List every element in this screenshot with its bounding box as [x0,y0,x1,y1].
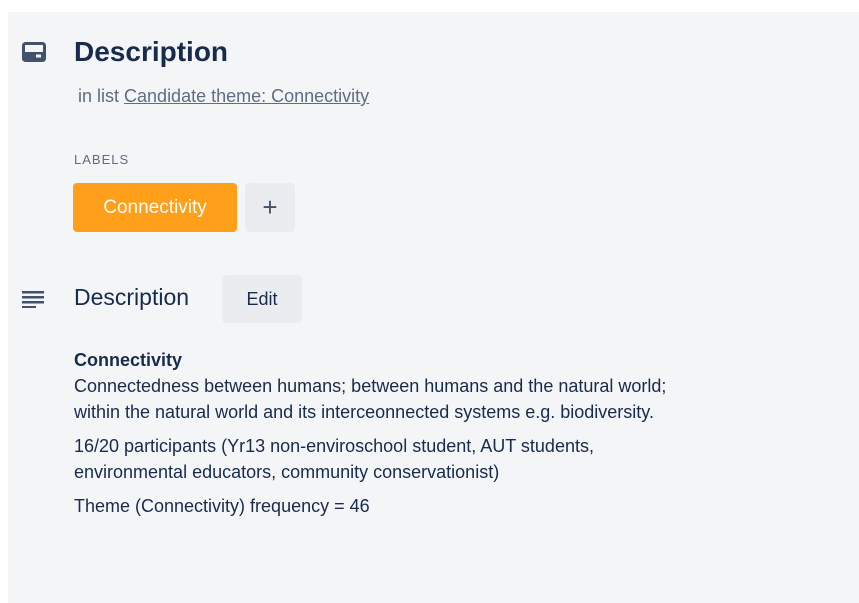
list-link[interactable]: Candidate theme: Connectivity [124,86,369,106]
text-lines-icon [22,290,44,308]
description-content[interactable]: Connectivity Connectedness between human… [74,347,849,519]
participants-line-2: environmental educators, community conse… [74,462,500,482]
frequency-text: Theme (Connectivity) frequency = 46 [74,496,370,516]
description-text-line-2: within the natural world and its interce… [74,402,654,422]
list-info: in list Candidate theme: Connectivity [78,86,369,107]
in-list-prefix: in list [78,86,120,106]
description-section-title: Description [74,284,190,310]
labels-heading: LABELS [74,152,130,167]
edit-description-button[interactable]: Edit [222,275,302,323]
card-icon [22,42,46,62]
add-label-button[interactable]: + [245,183,295,232]
description-heading: Connectivity [74,350,183,370]
label-chip-connectivity[interactable]: Connectivity [73,183,237,232]
description-text-line-1: Connectedness between humans; between hu… [74,376,667,396]
participants-line-1: 16/20 participants (Yr13 non-enviroschoo… [74,436,594,456]
card-title[interactable]: Description [74,36,228,68]
